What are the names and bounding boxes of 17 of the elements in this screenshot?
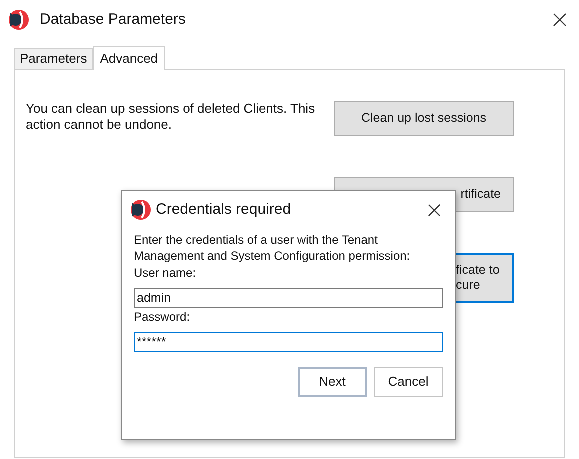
close-icon[interactable] xyxy=(553,13,567,27)
input-field[interactable]: ****** xyxy=(134,332,443,352)
field-label: Password: xyxy=(134,309,192,326)
dialog-button[interactable]: Cancel xyxy=(374,367,443,397)
logo-icon xyxy=(8,9,30,31)
instruction-text: Enter the credentials of a user with the Tenant Management and System Configuration permission: xyxy=(134,232,412,264)
tab[interactable]: Advanced xyxy=(93,46,166,70)
action-button[interactable]: Clean up lost sessions xyxy=(334,101,514,136)
tab[interactable]: Parameters xyxy=(14,48,94,69)
logo-icon xyxy=(130,199,152,221)
close-icon[interactable] xyxy=(428,204,441,216)
field-label: User name: xyxy=(134,265,198,282)
window-title: Database Parameters xyxy=(40,10,186,30)
input-field[interactable]: admin xyxy=(134,288,443,308)
dialog-title: Credentials required xyxy=(156,200,292,220)
description-text: You can clean up sessions of deleted Clients. This action cannot be undone. xyxy=(26,101,316,133)
dialog-button[interactable]: Next xyxy=(298,367,367,397)
